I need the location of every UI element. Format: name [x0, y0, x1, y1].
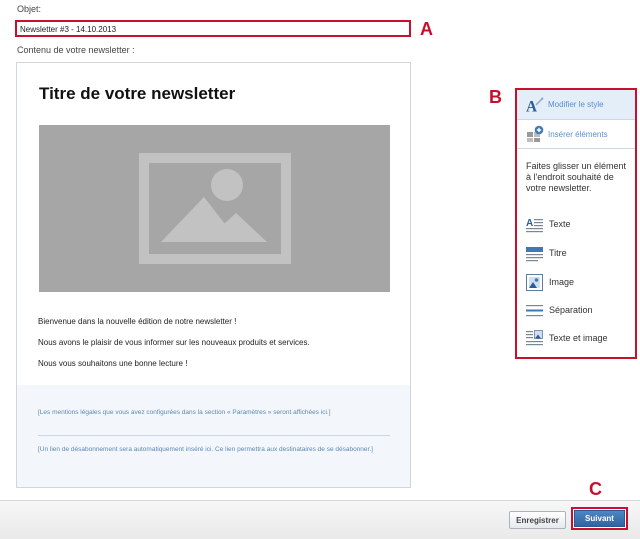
- title-block-icon: [526, 245, 543, 262]
- annotation-marker-b: B: [489, 87, 502, 107]
- insert-elements-tab[interactable]: Insérer éléments: [517, 120, 635, 149]
- subject-input[interactable]: [20, 23, 406, 35]
- element-image-label: Image: [549, 277, 575, 287]
- newsletter-paragraph[interactable]: Nous avons le plaisir de vous informer s…: [38, 338, 310, 347]
- element-text-label: Texte: [549, 219, 571, 229]
- svg-text:A: A: [526, 98, 537, 114]
- newsletter-image-placeholder[interactable]: [39, 125, 390, 292]
- unsubscribe-placeholder: [Un lien de désabonnement sera automatiq…: [38, 446, 373, 453]
- modify-style-label: Modifier le style: [548, 100, 604, 109]
- save-button[interactable]: Enregistrer: [509, 511, 566, 529]
- annotation-marker-c: C: [589, 479, 602, 499]
- content-label: Contenu de votre newsletter :: [17, 45, 135, 55]
- element-text-image[interactable]: Texte et image: [526, 329, 634, 347]
- image-placeholder-icon: [139, 153, 291, 264]
- legal-notice-placeholder: [Les mentions légales que vous avez conf…: [38, 409, 331, 416]
- text-image-block-icon: [526, 329, 543, 347]
- font-style-icon: A: [526, 96, 544, 114]
- subject-field-frame[interactable]: [15, 20, 411, 37]
- text-block-icon: A: [526, 216, 543, 233]
- modify-style-tab[interactable]: A Modifier le style: [517, 90, 635, 120]
- element-image[interactable]: Image: [526, 273, 634, 291]
- next-button[interactable]: Suivant: [574, 510, 625, 527]
- newsletter-editor[interactable]: Titre de votre newsletter Bienvenue dans…: [16, 62, 411, 488]
- annotation-marker-a: A: [420, 19, 433, 39]
- drag-help-text: Faites glisser un élément à l'endroit so…: [526, 161, 627, 193]
- newsletter-paragraph[interactable]: Nous vous souhaitons une bonne lecture !: [38, 359, 187, 368]
- newsletter-paragraph[interactable]: Bienvenue dans la nouvelle édition de no…: [38, 317, 236, 326]
- elements-panel: A Modifier le style Insérer éléments Fai…: [515, 88, 637, 359]
- newsletter-title[interactable]: Titre de votre newsletter: [39, 84, 235, 104]
- footer-divider: [38, 435, 390, 436]
- subject-label: Objet:: [17, 4, 42, 14]
- next-button-frame: Suivant: [571, 507, 628, 530]
- element-text[interactable]: A Texte: [526, 215, 634, 233]
- separator-block-icon: [526, 302, 543, 319]
- element-separator[interactable]: Séparation: [526, 301, 634, 319]
- element-title-label: Titre: [549, 248, 567, 258]
- newsletter-footer: [Les mentions légales que vous avez conf…: [17, 385, 410, 487]
- element-title[interactable]: Titre: [526, 244, 634, 262]
- image-block-icon: [526, 273, 543, 291]
- insert-elements-icon: [526, 125, 544, 143]
- element-text-image-label: Texte et image: [549, 333, 608, 343]
- svg-text:A: A: [526, 218, 533, 229]
- element-separator-label: Séparation: [549, 305, 593, 315]
- insert-elements-label: Insérer éléments: [548, 129, 608, 139]
